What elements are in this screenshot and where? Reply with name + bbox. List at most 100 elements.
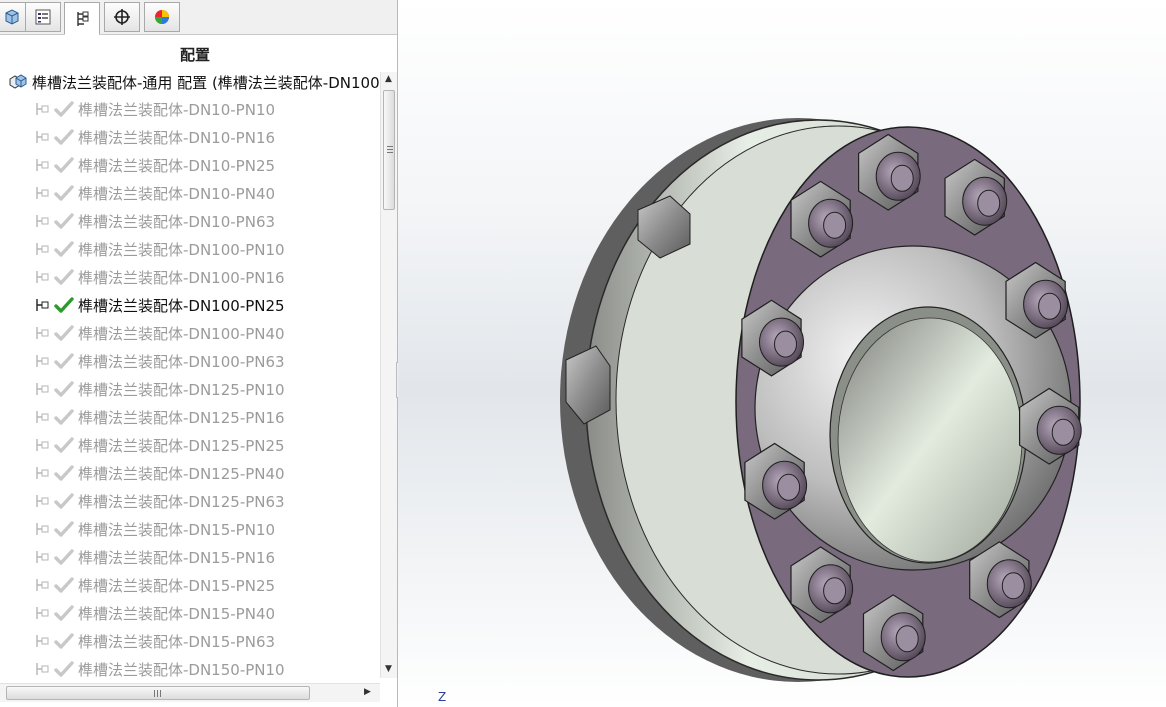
check-icon <box>54 521 74 537</box>
configuration-item-label: 榫槽法兰装配体-DN125-PN25 <box>78 436 285 455</box>
configuration-item[interactable]: 榫槽法兰装配体-DN150-PN10 <box>34 656 285 682</box>
property-manager-tab[interactable] <box>25 2 61 32</box>
configuration-item-label: 榫槽法兰装配体-DN15-PN25 <box>78 576 276 595</box>
configuration-node-icon <box>36 467 49 479</box>
configuration-item[interactable]: 榫槽法兰装配体-DN10-PN25 <box>34 152 275 178</box>
configuration-item-label: 榫槽法兰装配体-DN15-PN63 <box>78 632 276 651</box>
configuration-node-icon <box>36 383 49 395</box>
configuration-manager-panel: 配置 榫槽法兰装配体-通用 配置 (榫槽法兰装配体-DN100 榫槽法兰装配体-… <box>0 0 398 707</box>
configuration-item[interactable]: 榫槽法兰装配体-DN125-PN40 <box>34 460 285 486</box>
configuration-node-icon <box>36 103 49 115</box>
configuration-icon <box>77 11 89 26</box>
check-icon <box>54 577 74 593</box>
configuration-node-icon <box>36 327 49 339</box>
horizontal-scrollbar[interactable]: ▶ <box>0 683 380 702</box>
configuration-node-icon <box>36 439 49 451</box>
configuration-item[interactable]: 榫槽法兰装配体-DN10-PN16 <box>34 124 275 150</box>
configuration-item-label: 榫槽法兰装配体-DN125-PN10 <box>78 380 285 399</box>
vertical-scrollbar[interactable]: ▲ ▼ <box>380 72 397 678</box>
check-icon <box>54 101 74 117</box>
display-manager-tab[interactable] <box>144 2 180 32</box>
configuration-item[interactable]: 榫槽法兰装配体-DN125-PN63 <box>34 488 285 514</box>
property-list-icon <box>35 9 51 25</box>
check-icon <box>54 297 74 313</box>
configuration-node-icon <box>36 495 49 507</box>
configuration-item-label: 榫槽法兰装配体-DN125-PN63 <box>78 492 285 511</box>
configuration-item-label: 榫槽法兰装配体-DN10-PN63 <box>78 212 276 231</box>
configuration-node-icon <box>36 607 49 619</box>
configuration-item[interactable]: 榫槽法兰装配体-DN100-PN63 <box>34 348 285 374</box>
flange-assembly-model <box>560 118 1082 682</box>
configuration-item[interactable]: 榫槽法兰装配体-DN100-PN40 <box>34 320 285 346</box>
configuration-node-icon <box>36 299 49 311</box>
configuration-item-label: 榫槽法兰装配体-DN125-PN16 <box>78 408 285 427</box>
configuration-item[interactable]: 榫槽法兰装配体-DN100-PN16 <box>34 264 285 290</box>
configuration-manager-tab[interactable] <box>64 2 100 35</box>
view-triad-z-label: Z <box>438 690 447 704</box>
configuration-node-icon <box>36 215 49 227</box>
vertical-scroll-thumb[interactable] <box>383 90 395 210</box>
scroll-down-arrow-icon[interactable]: ▼ <box>385 664 392 674</box>
configuration-node-icon <box>36 523 49 535</box>
check-icon <box>54 185 74 201</box>
check-icon <box>54 633 74 649</box>
configuration-item[interactable]: 榫槽法兰装配体-DN100-PN10 <box>34 236 285 262</box>
configuration-item[interactable]: 榫槽法兰装配体-DN15-PN40 <box>34 600 275 626</box>
configuration-item[interactable]: 榫槽法兰装配体-DN10-PN40 <box>34 180 275 206</box>
part-icon <box>5 9 19 25</box>
check-icon <box>54 353 74 369</box>
configuration-item[interactable]: 榫槽法兰装配体-DN15-PN63 <box>34 628 275 654</box>
horizontal-scroll-thumb[interactable] <box>6 686 310 700</box>
configuration-node-icon <box>36 243 49 255</box>
check-icon <box>54 605 74 621</box>
configuration-node-icon <box>36 187 49 199</box>
configuration-node-icon <box>36 663 49 675</box>
configuration-node-icon <box>36 635 49 647</box>
panel-title: 配置 <box>179 46 210 64</box>
color-wheel-icon <box>155 10 169 24</box>
check-icon <box>54 549 74 565</box>
configuration-node-icon <box>36 551 49 563</box>
check-icon <box>54 381 74 397</box>
configuration-item-label: 榫槽法兰装配体-DN10-PN16 <box>78 128 276 147</box>
configuration-item[interactable]: 榫槽法兰装配体-DN10-PN10 <box>34 96 275 122</box>
check-icon <box>54 269 74 285</box>
check-icon <box>54 129 74 145</box>
configuration-item-label: 榫槽法兰装配体-DN100-PN16 <box>78 268 285 287</box>
configuration-item-label: 榫槽法兰装配体-DN125-PN40 <box>78 464 285 483</box>
configuration-item[interactable]: 榫槽法兰装配体-DN10-PN63 <box>34 208 275 234</box>
configuration-item[interactable]: 榫槽法兰装配体-DN15-PN25 <box>34 572 275 598</box>
check-icon <box>54 465 74 481</box>
check-icon <box>54 493 74 509</box>
configuration-item[interactable]: 榫槽法兰装配体-DN15-PN16 <box>34 544 275 570</box>
scroll-right-arrow-icon[interactable]: ▶ <box>364 687 371 697</box>
configuration-item-label: 榫槽法兰装配体-DN100-PN25 <box>78 296 285 315</box>
scroll-up-arrow-icon[interactable]: ▲ <box>385 74 392 84</box>
check-icon <box>54 661 74 677</box>
configuration-item[interactable]: 榫槽法兰装配体-DN125-PN10 <box>34 376 285 402</box>
configuration-item-label: 榫槽法兰装配体-DN100-PN10 <box>78 240 285 259</box>
dimxpert-tab[interactable] <box>104 2 140 32</box>
crosshair-icon <box>114 9 130 25</box>
graphics-viewport[interactable]: Z <box>398 0 1166 707</box>
configuration-item-label: 榫槽法兰装配体-DN15-PN10 <box>78 520 276 539</box>
configuration-item-label: 榫槽法兰装配体-DN100-PN63 <box>78 352 285 371</box>
configuration-item-label: 榫槽法兰装配体-DN15-PN40 <box>78 604 276 623</box>
configuration-item-label: 榫槽法兰装配体-DN10-PN25 <box>78 156 276 175</box>
check-icon <box>54 409 74 425</box>
configuration-item-label: 榫槽法兰装配体-DN150-PN10 <box>78 660 285 679</box>
configuration-node-icon <box>36 579 49 591</box>
configuration-item[interactable]: 榫槽法兰装配体-DN125-PN25 <box>34 432 285 458</box>
configuration-item[interactable]: 榫槽法兰装配体-DN125-PN16 <box>34 404 285 430</box>
configuration-item[interactable]: 榫槽法兰装配体-DN15-PN10 <box>34 516 275 542</box>
configuration-node-icon <box>36 159 49 171</box>
configuration-node-icon <box>36 131 49 143</box>
configuration-item[interactable]: 榫槽法兰装配体-DN100-PN25 <box>34 292 285 318</box>
check-icon <box>54 241 74 257</box>
configuration-node-icon <box>36 411 49 423</box>
check-icon <box>54 325 74 341</box>
configuration-node-icon <box>36 355 49 367</box>
root-configuration-label: 榫槽法兰装配体-通用 配置 (榫槽法兰装配体-DN100 <box>32 73 380 92</box>
root-configuration-node[interactable]: 榫槽法兰装配体-通用 配置 (榫槽法兰装配体-DN100 <box>8 72 380 92</box>
configuration-item-label: 榫槽法兰装配体-DN10-PN10 <box>78 100 276 119</box>
